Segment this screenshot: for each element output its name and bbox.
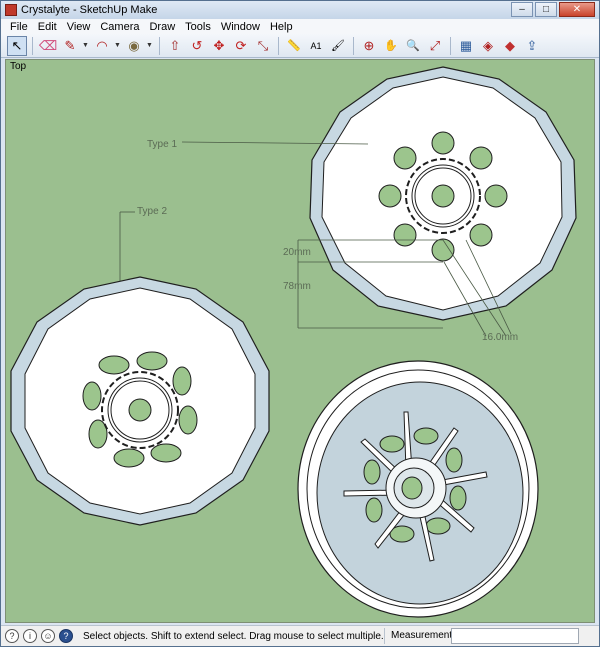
assembly-slot [363, 459, 381, 485]
assembly-slot [413, 427, 439, 445]
label-type2: Type 2 [137, 206, 167, 217]
menu-tools[interactable]: Tools [180, 21, 216, 33]
push-pull-tool-icon[interactable]: ⇧ [165, 36, 185, 56]
dimension-20mm: 20mm [283, 247, 311, 258]
sketchup-logo-icon [5, 4, 17, 16]
text-tool-icon[interactable]: A1 [306, 36, 326, 56]
assembly-slot [365, 497, 383, 523]
maximize-button[interactable]: □ [535, 2, 557, 17]
status-message: Select objects. Shift to extend select. … [83, 630, 384, 642]
type2-slot [98, 355, 130, 375]
type2-slot [136, 351, 168, 371]
menu-help[interactable]: Help [265, 21, 298, 33]
menu-window[interactable]: Window [216, 21, 265, 33]
scale-tool-icon[interactable]: ⤡ [253, 36, 273, 56]
components-tool-icon[interactable]: ◈ [478, 36, 498, 56]
wheel-assembly-3d[interactable] [297, 360, 539, 618]
assembly-slot [449, 485, 467, 511]
window-controls: – □ ✕ [511, 2, 595, 17]
toolbar-divider [450, 36, 451, 55]
type1-hole [393, 223, 417, 247]
zoom-tool-icon[interactable]: 🔍 [403, 36, 423, 56]
toolbar-divider [159, 36, 160, 55]
type2-slot [172, 366, 192, 396]
menu-bar: File Edit View Camera Draw Tools Window … [1, 19, 599, 34]
scene-drawing[interactable]: Type 1 Type 2 20mm 78mm 16.0mm [6, 60, 595, 623]
type2-slot [178, 405, 198, 435]
app-window: Crystalyte - SketchUp Make – □ ✕ File Ed… [0, 0, 600, 647]
menu-camera[interactable]: Camera [95, 21, 144, 33]
zoom-extents-tool-icon[interactable]: ⤢ [425, 36, 445, 56]
type1-hole [431, 238, 455, 262]
view-label: Top [10, 61, 27, 72]
type1-axle-hole [431, 184, 455, 208]
eraser-tool-icon[interactable]: ⌫ [38, 36, 58, 56]
dimension-16mm: 16.0mm [482, 332, 518, 343]
rotate-tool-icon[interactable]: ⟳ [231, 36, 251, 56]
modeling-viewport[interactable]: Type 1 Type 2 20mm 78mm 16.0mm Top [5, 59, 595, 623]
dimension-78mm: 78mm [283, 281, 311, 292]
type1-hole [393, 146, 417, 170]
arc-dropdown-icon[interactable]: ▼ [114, 42, 122, 49]
type2-axle-hole [128, 398, 152, 422]
close-button[interactable]: ✕ [559, 2, 595, 17]
assembly-slot [379, 435, 405, 453]
label-type1: Type 1 [147, 139, 177, 150]
menu-file[interactable]: File [5, 21, 33, 33]
arc-tool-icon[interactable]: ◠ [92, 36, 112, 56]
paint-tool-icon[interactable]: 🖌 [328, 36, 348, 56]
menu-view[interactable]: View [62, 21, 96, 33]
paint-dropdown-icon[interactable]: ▼ [146, 42, 154, 49]
measurements-label: Measurements [391, 630, 458, 641]
status-bar: ? i ☺ ? Select objects. Shift to extend … [1, 625, 599, 646]
type2-slot [82, 381, 102, 411]
assembly-axle-hole [401, 476, 423, 500]
toolbar-divider [278, 36, 279, 55]
type1-hole [469, 223, 493, 247]
user-icon[interactable]: ☺ [41, 629, 55, 643]
toolbar-divider [32, 36, 33, 55]
assembly-slot [425, 517, 451, 535]
type1-hole [431, 131, 455, 155]
3d-warehouse-tool-icon[interactable]: ▦ [456, 36, 476, 56]
extension-tool-icon[interactable]: ◆ [500, 36, 520, 56]
pan-tool-icon[interactable]: ✋ [381, 36, 401, 56]
type1-wheel[interactable] [309, 66, 577, 321]
menu-edit[interactable]: Edit [33, 21, 62, 33]
type1-hole [484, 184, 508, 208]
share-model-tool-icon[interactable]: ⇪ [522, 36, 542, 56]
help-icon[interactable]: ? [59, 629, 73, 643]
title-bar: Crystalyte - SketchUp Make – □ ✕ [1, 1, 599, 19]
main-toolbar: ↖ ⌫ ✎ ▼ ◠ ▼ ◉ ▼ ⇧ ↺ ✥ ⟳ ⤡ 📏 A1 🖌 ⊕ ✋ 🔍 ⤢… [1, 34, 599, 58]
tape-measure-tool-icon[interactable]: 📏 [284, 36, 304, 56]
paint-bucket-tool-icon[interactable]: ◉ [124, 36, 144, 56]
geo-location-icon[interactable]: ? [5, 629, 19, 643]
window-title: Crystalyte - SketchUp Make [21, 4, 158, 16]
type2-slot [113, 448, 145, 468]
type1-hole [378, 184, 402, 208]
type2-slot [150, 443, 182, 463]
type1-hole [469, 146, 493, 170]
orbit-tool-icon[interactable]: ⊕ [359, 36, 379, 56]
pencil-dropdown-icon[interactable]: ▼ [82, 42, 90, 49]
status-divider [384, 628, 385, 644]
follow-me-tool-icon[interactable]: ↺ [187, 36, 207, 56]
menu-draw[interactable]: Draw [144, 21, 180, 33]
type2-wheel[interactable] [10, 276, 270, 526]
minimize-button[interactable]: – [511, 2, 533, 17]
credits-icon[interactable]: i [23, 629, 37, 643]
move-tool-icon[interactable]: ✥ [209, 36, 229, 56]
measurements-input[interactable] [451, 628, 579, 644]
toolbar-divider [353, 36, 354, 55]
pencil-tool-icon[interactable]: ✎ [60, 36, 80, 56]
select-tool-icon[interactable]: ↖ [7, 35, 27, 56]
assembly-slot [445, 447, 463, 473]
